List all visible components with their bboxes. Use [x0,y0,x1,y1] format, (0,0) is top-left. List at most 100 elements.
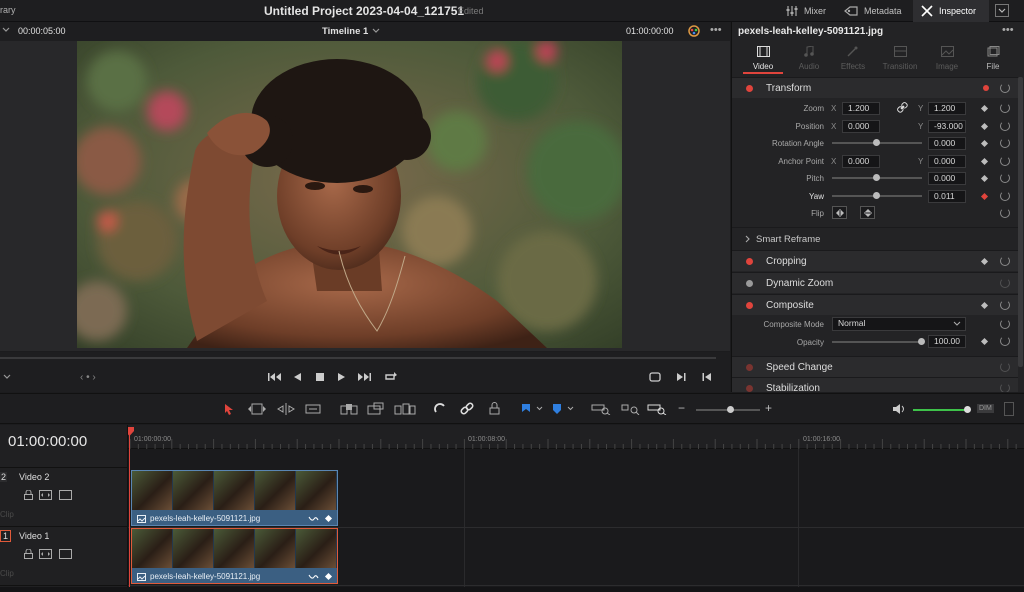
track-index-v2[interactable]: 2 [0,472,8,482]
lock-track-icon[interactable] [24,490,33,500]
cropping-section-header[interactable]: Cropping [732,250,1018,271]
volume-handle[interactable] [964,406,971,413]
custom-zoom-icon[interactable] [647,403,667,415]
transform-reset-icon[interactable] [1000,83,1010,93]
timeline-clip-video-1[interactable]: pexels-leah-kelley-5091121.jpg [131,528,338,584]
insert-clip-icon[interactable] [340,403,358,415]
timeline-name[interactable]: Timeline 1 [322,26,368,37]
lock-track-icon[interactable] [24,549,33,559]
opacity-field[interactable]: 100.00 [928,335,966,348]
selection-tool-icon[interactable] [224,403,234,415]
zoom-y-field[interactable]: 1.200 [928,102,966,115]
tab-transition[interactable]: Transition [877,44,923,74]
loop-icon[interactable] [383,371,397,383]
jog-control-icon[interactable]: ‹ • › [80,372,96,383]
viewer-options-chevron-icon[interactable] [2,27,10,33]
composite-mode-select[interactable]: Normal [832,317,966,331]
flip-reset-icon[interactable] [1000,208,1010,218]
zoom-in-icon[interactable]: + [765,401,772,415]
zoom-x-field[interactable]: 1.200 [842,102,880,115]
speaker-icon[interactable] [892,403,906,415]
keyframe-icon[interactable] [324,514,333,523]
track-index-v1[interactable]: 1 [0,530,12,542]
mixer-button[interactable]: Mixer [786,0,838,22]
composite-section-header[interactable]: Composite [732,294,1018,315]
audio-meter-icon[interactable] [1004,402,1014,416]
speed-change-enable-toggle[interactable] [746,364,753,371]
blade-tool-icon[interactable] [305,403,321,415]
stabilization-section-header[interactable]: Stabilization [732,377,1018,392]
auto-select-icon[interactable] [39,490,52,500]
speed-change-reset-icon[interactable] [1000,362,1010,372]
anchor-reset-icon[interactable] [1000,156,1010,166]
stabilization-reset-icon[interactable] [1000,383,1010,392]
timeline-ruler[interactable]: 01:00:00:00 01:00:08:00 01:00:16:00 [128,425,1024,449]
cropping-enable-toggle[interactable] [746,258,753,265]
yaw-reset-icon[interactable] [1000,191,1010,201]
pitch-slider-handle[interactable] [873,174,880,181]
color-wheel-icon[interactable] [688,25,700,37]
detail-zoom-icon[interactable] [621,403,641,415]
keyframe-icon[interactable] [324,572,333,581]
timeline-select-chevron-icon[interactable] [372,28,380,34]
timeline-clip-video-2[interactable]: pexels-leah-kelley-5091121.jpg [131,470,338,526]
opacity-slider[interactable] [832,341,922,343]
enable-track-icon[interactable] [59,490,72,500]
zoom-reset-icon[interactable] [1000,103,1010,113]
dynamic-zoom-section-header[interactable]: Dynamic Zoom [732,272,1018,293]
zoom-out-icon[interactable]: − [678,401,685,415]
linked-selection-icon[interactable] [460,402,474,416]
go-to-start-icon[interactable] [268,372,282,382]
tab-effects[interactable]: Effects [830,44,876,74]
dim-button[interactable]: DIM [977,404,994,413]
viewer-menu-chevron-icon[interactable] [3,374,11,380]
inspector-button[interactable]: Inspector [913,0,989,22]
keyframe-curve-icon[interactable] [308,515,319,522]
track-name-v2[interactable]: Video 2 [19,472,49,482]
inspector-more-icon[interactable]: ••• [1002,24,1014,36]
full-extent-zoom-icon[interactable] [591,403,611,415]
next-edit-icon[interactable] [676,372,686,382]
anchor-keyframe-icon[interactable] [980,157,989,166]
opacity-keyframe-icon[interactable] [980,337,989,346]
pitch-keyframe-icon[interactable] [980,174,989,183]
record-timecode[interactable]: 01:00:00:00 [626,26,674,36]
cropping-reset-icon[interactable] [1000,256,1010,266]
trim-tool-icon[interactable] [247,403,267,415]
auto-select-icon[interactable] [39,549,52,559]
composite-mode-reset-icon[interactable] [1000,319,1010,329]
inspector-scrollbar[interactable] [1018,77,1023,367]
playhead-line[interactable] [129,431,130,592]
viewer-more-icon[interactable]: ••• [710,24,722,36]
yaw-slider-handle[interactable] [873,192,880,199]
cropping-keyframe-icon[interactable] [980,257,989,266]
keyframe-curve-icon[interactable] [308,573,319,580]
stabilization-enable-toggle[interactable] [746,385,753,392]
scrubber-bar[interactable] [0,357,716,359]
opacity-slider-handle[interactable] [918,338,925,345]
play-reverse-icon[interactable] [293,372,302,382]
timeline-timecode[interactable]: 01:00:00:00 [8,433,87,450]
marker-icon[interactable] [552,403,562,415]
smart-reframe-section[interactable]: Smart Reframe [732,227,1018,249]
tab-video[interactable]: Video [740,44,786,74]
position-lock-icon[interactable] [489,402,500,415]
dynamic-zoom-reset-icon[interactable] [1000,278,1010,288]
marker-dropdown-chevron-icon[interactable] [567,406,574,411]
metadata-button[interactable]: Metadata [844,0,910,22]
speed-change-section-header[interactable]: Speed Change [732,356,1018,377]
transform-enable-toggle[interactable] [746,85,753,92]
tab-file[interactable]: File [970,44,1016,74]
composite-keyframe-icon[interactable] [980,301,989,310]
tab-audio[interactable]: Audio [786,44,832,74]
anchor-x-field[interactable]: 0.000 [842,155,880,168]
position-reset-icon[interactable] [1000,121,1010,131]
timeline-horizontal-scrollbar[interactable] [0,587,1024,592]
snapping-icon[interactable] [433,402,447,416]
transform-keyframe-indicator[interactable] [983,85,989,91]
position-keyframe-icon[interactable] [980,122,989,131]
overwrite-clip-icon[interactable] [367,402,385,415]
opacity-reset-icon[interactable] [1000,336,1010,346]
enable-track-icon[interactable] [59,549,72,559]
replace-clip-icon[interactable] [394,403,416,415]
